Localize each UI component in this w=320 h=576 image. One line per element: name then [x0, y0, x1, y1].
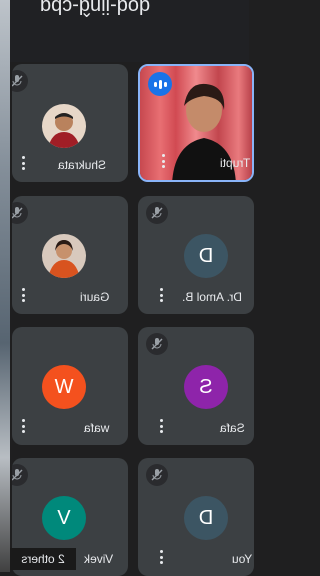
participant-name: You	[232, 552, 253, 566]
mic-off-icon	[146, 333, 168, 355]
avatar: W	[42, 365, 86, 409]
avatar	[42, 104, 86, 148]
avatar: D	[184, 234, 228, 278]
more-options-icon[interactable]	[16, 419, 30, 433]
avatar: D	[184, 496, 228, 540]
participant-name: Dr. Amol B.	[182, 290, 243, 304]
more-options-icon[interactable]	[16, 156, 30, 170]
participant-name: Safa	[220, 421, 245, 435]
participant-tile-amol[interactable]: D Dr. Amol B.	[138, 196, 254, 314]
participant-tile-trupti[interactable]: Trupti	[138, 64, 254, 182]
meeting-code[interactable]: dod-ijnd-cbq	[40, 0, 150, 17]
chevron-icon[interactable]: ⌄	[80, 2, 93, 22]
more-options-icon[interactable]	[154, 550, 168, 564]
more-options-icon[interactable]	[154, 419, 168, 433]
top-bar: dod-ijnd-cbq ⌄	[10, 0, 249, 62]
mic-off-icon	[12, 202, 28, 224]
mic-off-icon	[146, 202, 168, 224]
participant-name: wafa	[84, 421, 110, 435]
avatar: S	[184, 365, 228, 409]
more-options-icon[interactable]	[156, 154, 170, 168]
avatar	[42, 234, 86, 278]
participant-tile-gauri[interactable]: Gauri	[12, 196, 128, 314]
participant-tile-you[interactable]: D You	[138, 458, 254, 576]
adjacent-window-edge	[0, 0, 10, 572]
avatar: V	[42, 496, 86, 540]
participant-name: Gauri	[80, 290, 110, 304]
participant-name: Vivek	[84, 552, 114, 566]
participant-name: Shukrata	[58, 158, 107, 172]
more-options-icon[interactable]	[16, 288, 30, 302]
participant-tile-safa[interactable]: S Safa	[138, 327, 254, 445]
others-count-chip[interactable]: 2 others	[10, 548, 76, 570]
mic-off-icon	[146, 464, 168, 486]
more-options-icon[interactable]	[154, 288, 168, 302]
speaking-indicator-icon	[148, 72, 172, 96]
mic-off-icon	[12, 464, 28, 486]
participant-name: Trupti	[220, 156, 251, 170]
participant-tile-shukrata[interactable]: Shukrata	[12, 64, 128, 182]
participant-tile-wafa[interactable]: W wafa	[12, 327, 128, 445]
mic-off-icon	[12, 70, 28, 92]
